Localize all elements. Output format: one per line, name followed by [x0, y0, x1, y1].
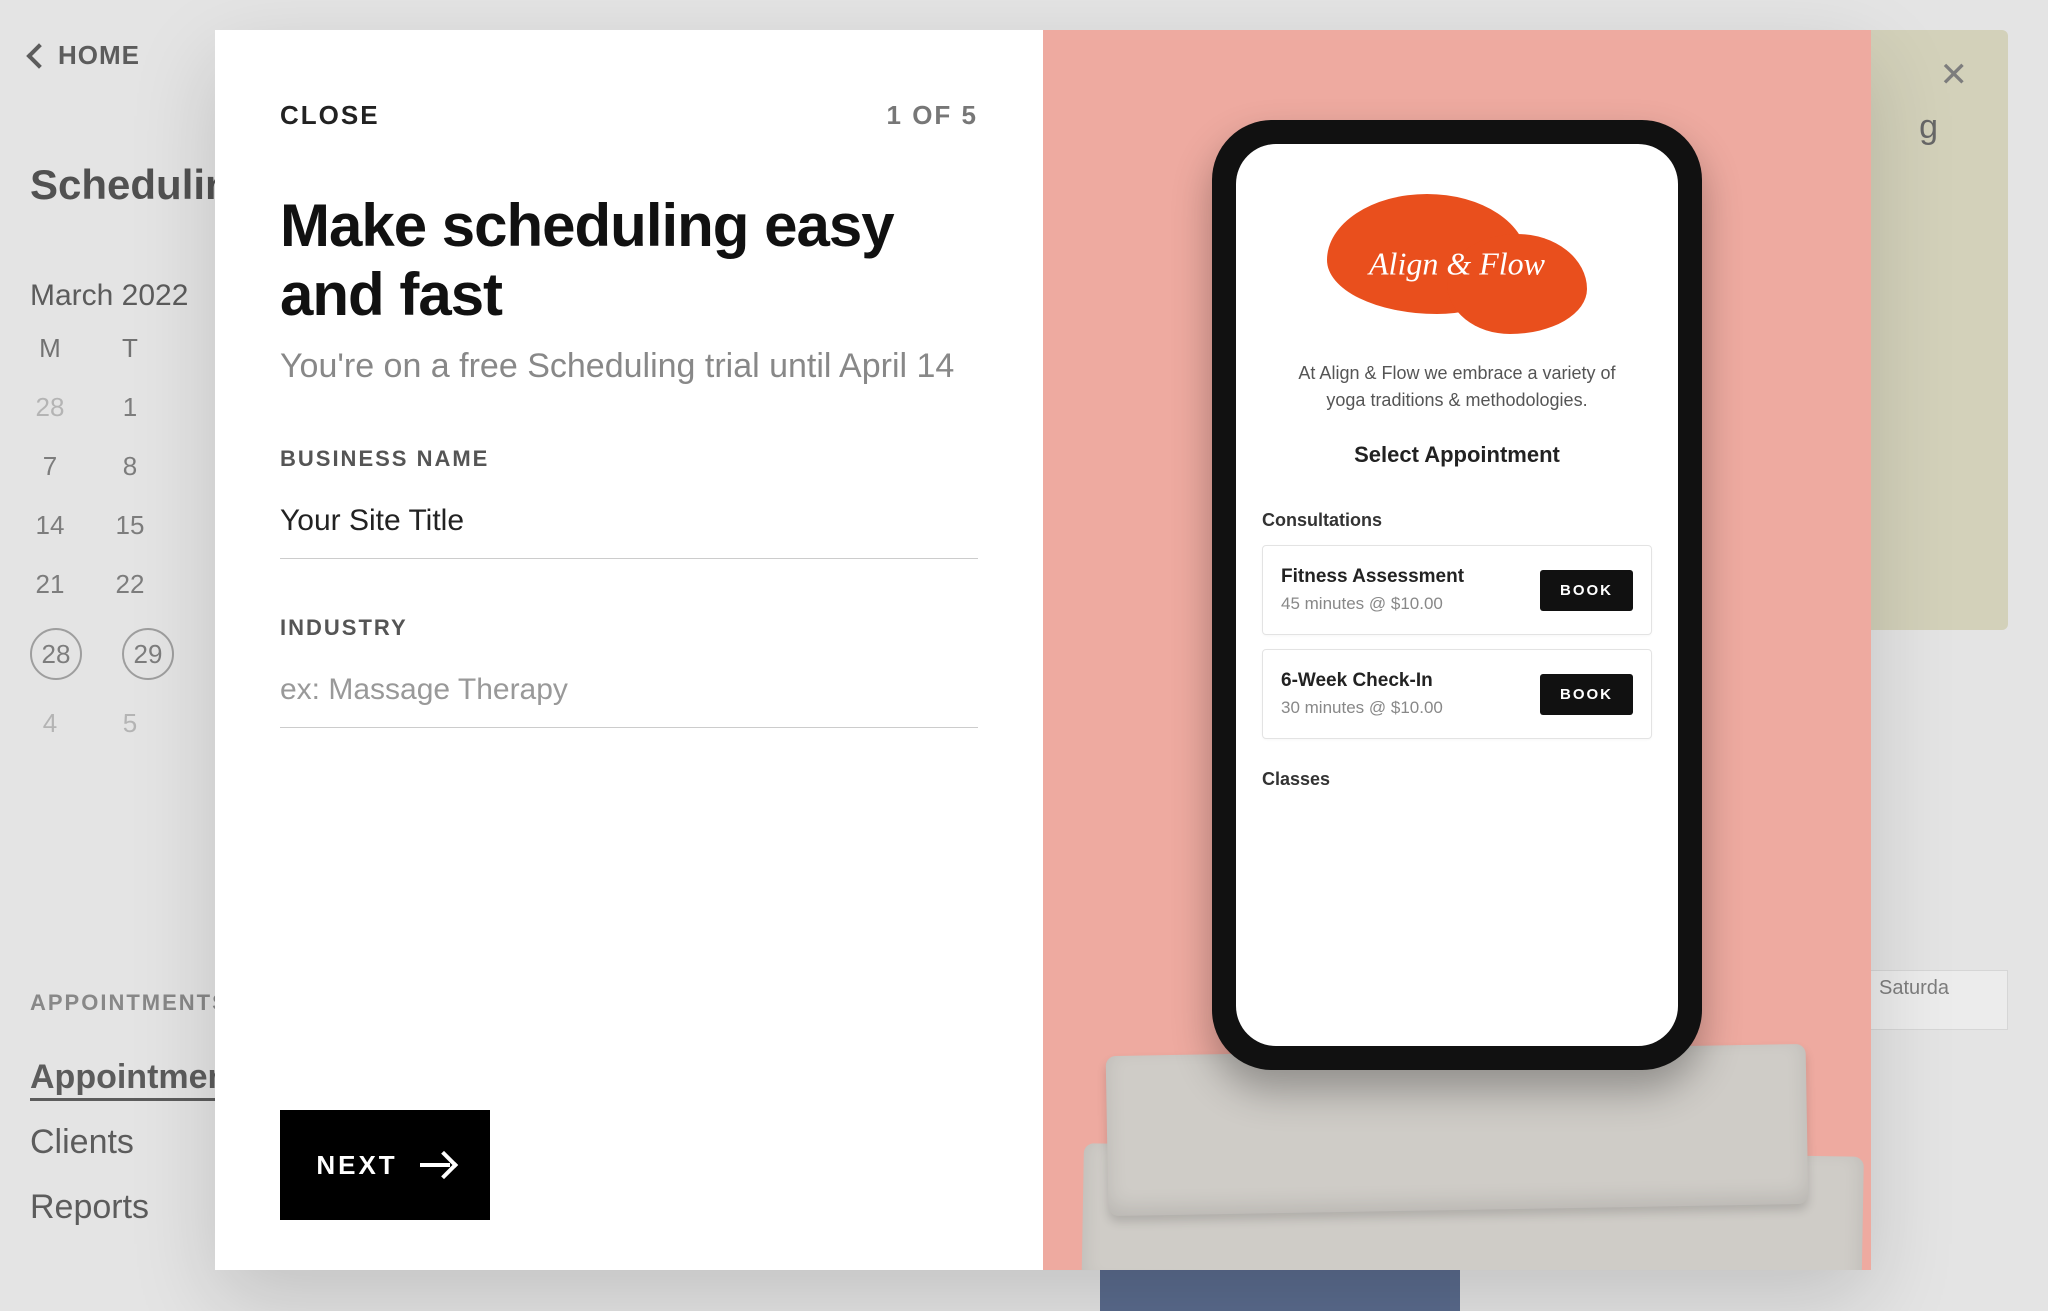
appointments-section-heading: Consultations — [1262, 510, 1652, 531]
appointment-card: Fitness Assessment 45 minutes @ $10.00 B… — [1262, 545, 1652, 635]
modal-subtitle: You're on a free Scheduling trial until … — [280, 347, 978, 386]
next-button-label: NEXT — [316, 1150, 397, 1181]
step-indicator: 1 OF 5 — [887, 100, 978, 131]
onboarding-modal: CLOSE 1 OF 5 Make scheduling easy and fa… — [215, 30, 1871, 1270]
book-button[interactable]: BOOK — [1540, 570, 1633, 611]
business-name-label: BUSINESS NAME — [280, 446, 978, 472]
book-button[interactable]: BOOK — [1540, 674, 1633, 715]
brand-tagline: At Align & Flow we embrace a variety of … — [1262, 360, 1652, 414]
industry-input[interactable] — [280, 665, 978, 728]
appointment-meta: 45 minutes @ $10.00 — [1281, 594, 1464, 614]
next-button[interactable]: NEXT — [280, 1110, 490, 1220]
classes-section-heading: Classes — [1262, 769, 1652, 790]
brand-logo: Align & Flow — [1327, 194, 1587, 334]
appointment-name: 6-Week Check-In — [1281, 670, 1443, 692]
phone-mockup: Align & Flow At Align & Flow we embrace … — [1212, 120, 1702, 1070]
arrow-right-icon — [420, 1148, 454, 1182]
appointment-card: 6-Week Check-In 30 minutes @ $10.00 BOOK — [1262, 649, 1652, 739]
modal-title: Make scheduling easy and fast — [280, 191, 978, 329]
industry-label: INDUSTRY — [280, 615, 978, 641]
close-button[interactable]: CLOSE — [280, 100, 380, 131]
appointment-meta: 30 minutes @ $10.00 — [1281, 698, 1443, 718]
appointment-name: Fitness Assessment — [1281, 566, 1464, 588]
select-appointment-heading: Select Appointment — [1262, 442, 1652, 468]
brand-name: Align & Flow — [1369, 246, 1545, 283]
business-name-input[interactable] — [280, 496, 978, 559]
modal-illustration: Align & Flow At Align & Flow we embrace … — [1043, 30, 1871, 1270]
